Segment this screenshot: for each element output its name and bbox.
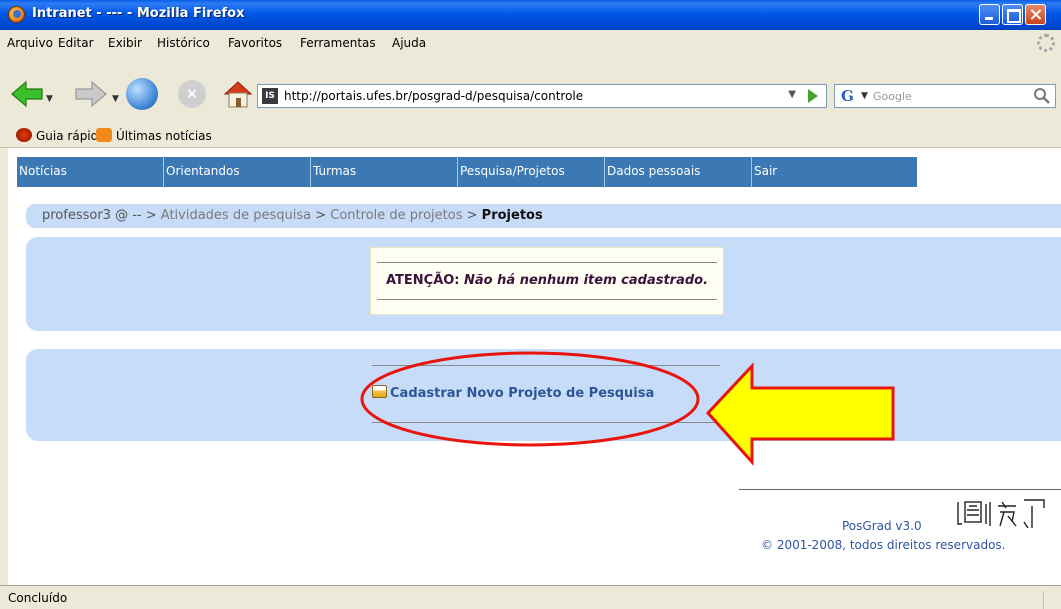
menu-historico[interactable]: Histórico [157,36,210,50]
minimize-button[interactable] [979,4,1000,25]
bookmarks-toolbar: Guia rápido Últimas notícias [0,120,1061,148]
divider [372,422,720,423]
new-project-label: Cadastrar Novo Projeto de Pesquisa [390,386,655,401]
divider [377,262,717,263]
alert-panel: ATENÇÃO: Não há nenhum item cadastrado. [26,237,1061,331]
nav-item-turmas[interactable]: Turmas [311,157,458,187]
back-history-dropdown-icon[interactable]: ▼ [46,94,53,104]
divider [377,299,717,300]
window-title-bar[interactable]: Intranet - --- - Mozilla Firefox [0,0,1061,30]
back-button[interactable] [10,80,44,110]
footer-copyright: © 2001-2008, todos direitos reservados. [761,538,1006,552]
bookmark-ultimas-noticias[interactable]: Últimas notícias [96,128,212,143]
navigation-toolbar: ▼ ▼ × IS http://portais.ufes.br/posgrad-… [0,56,1061,120]
footer-version: PosGrad v3.0 [842,519,922,533]
alert-message: ATENÇÃO: Não há nenhum item cadastrado. [371,273,723,288]
breadcrumb-user: professor3 @ -- > [42,208,157,223]
menu-ajuda[interactable]: Ajuda [392,36,426,50]
forward-history-dropdown-icon[interactable]: ▼ [112,94,119,104]
search-engine-dropdown-icon[interactable]: ▼ [861,91,868,101]
status-bar: Concluído [0,585,1061,609]
breadcrumb-current: Projetos [481,208,543,223]
menu-exibir[interactable]: Exibir [108,36,142,50]
home-button[interactable] [222,78,254,110]
new-research-project-link[interactable]: Cadastrar Novo Projeto de Pesquisa [372,385,654,401]
stop-button[interactable]: × [178,80,206,108]
window-frame-left [0,148,8,585]
bookmark-label: Últimas notícias [116,129,212,143]
posgrad-logo-icon [957,499,1045,529]
address-bar[interactable]: IS http://portais.ufes.br/posgrad-d/pesq… [257,84,827,108]
throbber-icon [1037,34,1055,52]
main-nav-menu: Notícias Orientandos Turmas Pesquisa/Pro… [17,157,917,187]
resize-grip-icon[interactable] [1043,591,1061,609]
back-arrow-icon [11,80,43,108]
alert-body: Não há nenhum item cadastrado. [464,273,709,288]
menu-bar: Arquivo Editar Exibir Histórico Favorito… [0,30,1061,56]
forward-button[interactable] [74,80,108,110]
status-text: Concluído [8,591,68,605]
go-button[interactable] [808,89,818,103]
breadcrumb: professor3 @ -- > Atividades de pesquisa… [26,204,1061,228]
nav-item-sair[interactable]: Sair [752,157,917,187]
url-text[interactable]: http://portais.ufes.br/posgrad-d/pesquis… [284,89,583,103]
search-engine-icon[interactable]: G [841,87,854,105]
url-history-dropdown-icon[interactable]: ▼ [788,89,796,100]
breadcrumb-separator: > [466,208,478,223]
maximize-button[interactable] [1002,4,1023,25]
firefox-icon [8,6,25,23]
search-input[interactable]: Google [873,90,912,103]
bookmark-guia-rapido[interactable]: Guia rápido [16,128,106,143]
alert-box: ATENÇÃO: Não há nenhum item cadastrado. [370,247,724,315]
menu-editar[interactable]: Editar [58,36,94,50]
alert-label: ATENÇÃO: [385,273,460,288]
breadcrumb-link-controle[interactable]: Controle de projetos [330,208,462,223]
menu-favoritos[interactable]: Favoritos [228,36,282,50]
menu-ferramentas[interactable]: Ferramentas [300,36,376,50]
divider [372,365,720,366]
nav-item-pesquisa-projetos[interactable]: Pesquisa/Projetos [458,157,605,187]
reload-button[interactable] [126,78,158,110]
forward-arrow-icon [75,80,107,108]
footer-divider [739,489,1061,490]
nav-item-orientandos[interactable]: Orientandos [164,157,311,187]
home-icon [223,81,253,108]
bookmark-page-icon [16,128,32,142]
site-favicon: IS [262,88,278,104]
nav-item-dados-pessoais[interactable]: Dados pessoais [605,157,752,187]
page-content: Notícias Orientandos Turmas Pesquisa/Pro… [8,148,1061,585]
breadcrumb-separator: > [315,208,327,223]
search-box[interactable]: G ▼ Google [834,84,1056,108]
window-title: Intranet - --- - Mozilla Firefox [32,6,245,21]
action-panel: Cadastrar Novo Projeto de Pesquisa [26,349,1061,441]
menu-arquivo[interactable]: Arquivo [7,36,53,50]
close-button[interactable] [1025,4,1046,25]
rss-feed-icon [96,128,112,142]
nav-item-noticias[interactable]: Notícias [17,157,164,187]
search-icon[interactable] [1033,87,1051,105]
breadcrumb-link-atividades[interactable]: Atividades de pesquisa [161,208,311,223]
new-document-icon [372,385,387,398]
